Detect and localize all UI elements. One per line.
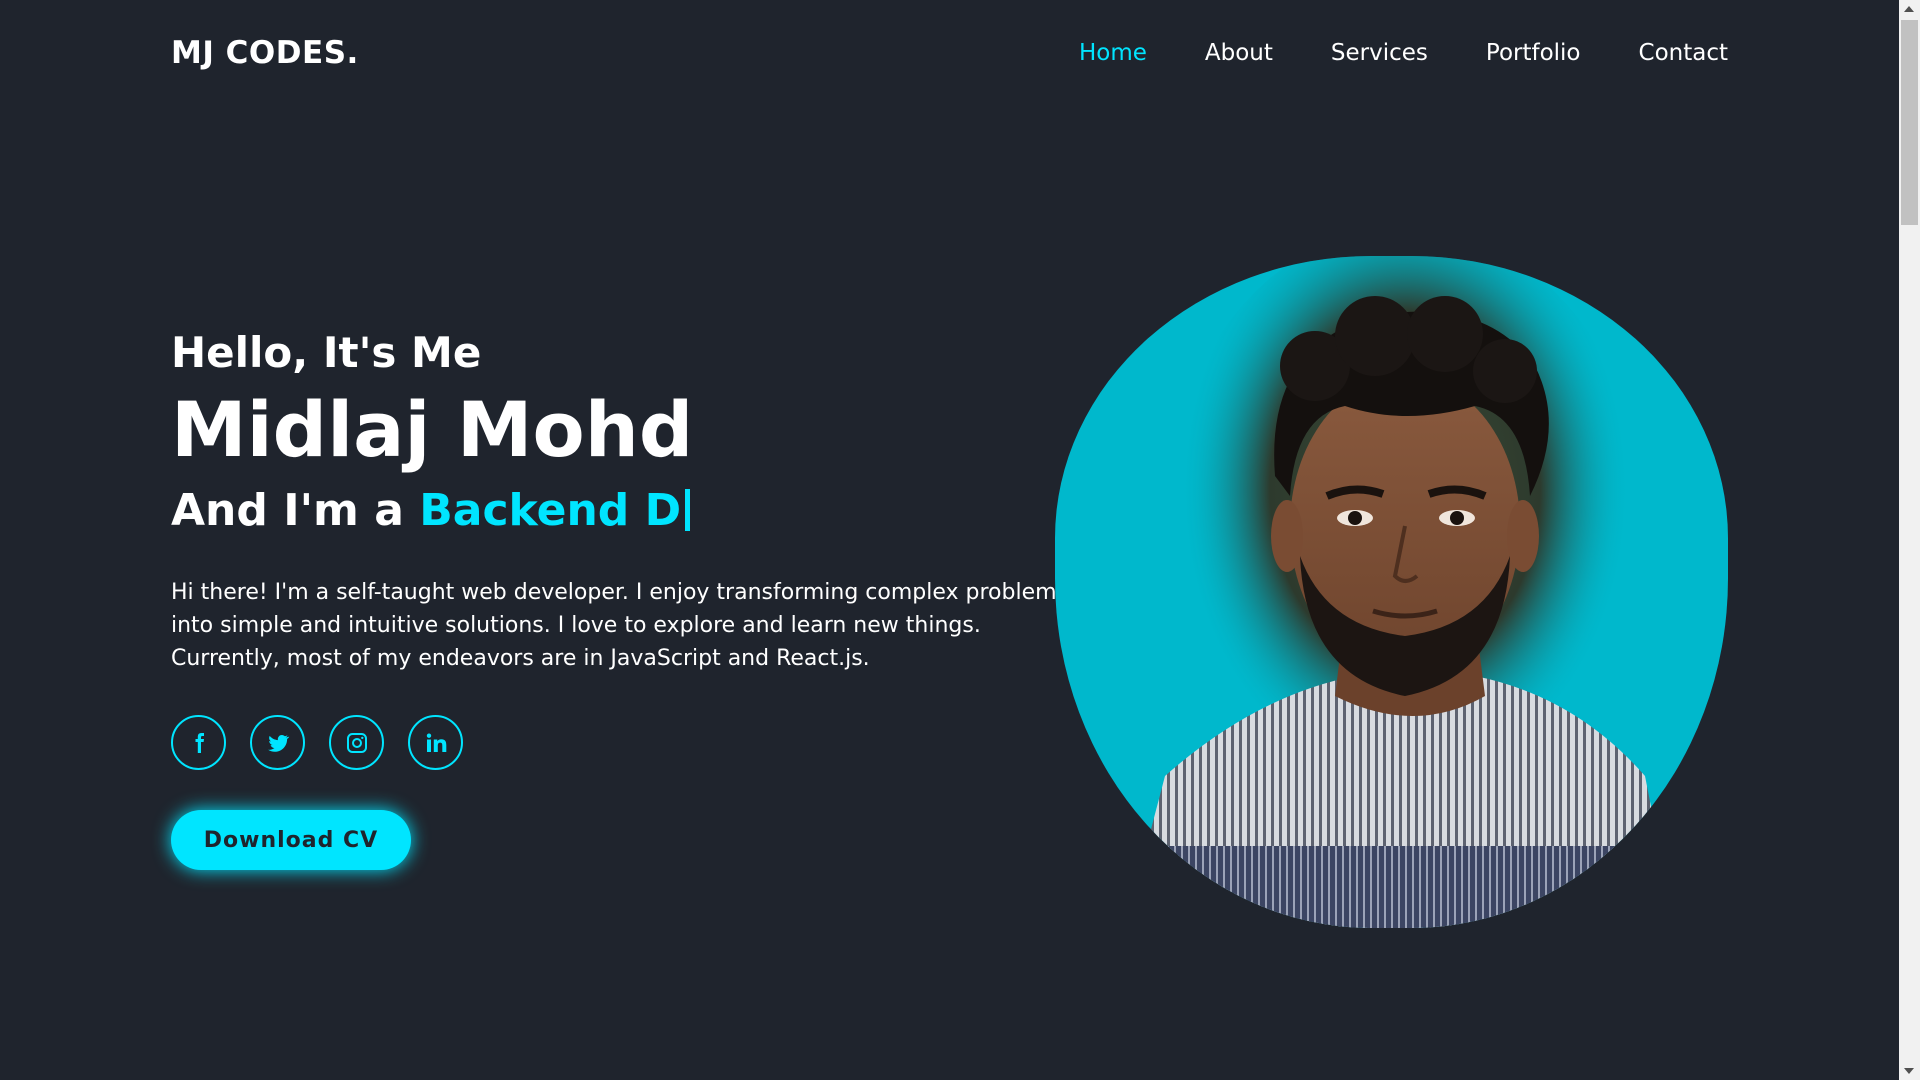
role-line: And I'm a Backend D	[171, 476, 1071, 546]
nav-contact-link[interactable]: Contact	[1639, 40, 1728, 66]
twitter-link[interactable]	[250, 715, 305, 770]
role-typed-text: Backend D	[419, 485, 682, 536]
typing-cursor	[685, 489, 691, 531]
greeting: Hello, It's Me	[171, 328, 482, 377]
scroll-thumb[interactable]	[1901, 20, 1918, 225]
portrait-illustration	[1125, 256, 1675, 928]
facebook-link[interactable]	[171, 715, 226, 770]
linkedin-icon	[426, 733, 446, 752]
bio-line: into simple and intuitive solutions. I l…	[171, 613, 981, 638]
page: MJ CODES. Home About Services Portfolio …	[0, 0, 1920, 1080]
bio-line: Hi there! I'm a self-taught web develope…	[171, 580, 1069, 605]
instagram-icon	[346, 732, 367, 753]
linkedin-link[interactable]	[408, 715, 463, 770]
scrollbar[interactable]	[1899, 0, 1920, 1080]
scroll-up-arrow-icon[interactable]	[1904, 6, 1914, 12]
nav-about-link[interactable]: About	[1205, 40, 1273, 66]
nav-services-link[interactable]: Services	[1331, 40, 1428, 66]
download-cv-button[interactable]: Download CV	[171, 810, 411, 870]
hero-name: Midlaj Mohd	[171, 385, 694, 474]
twitter-icon	[267, 734, 289, 752]
logo[interactable]: MJ CODES.	[171, 35, 359, 71]
facebook-icon	[195, 732, 204, 753]
scroll-down-arrow-icon[interactable]	[1904, 1068, 1914, 1074]
nav-portfolio-link[interactable]: Portfolio	[1486, 40, 1581, 66]
header: MJ CODES. Home About Services Portfolio …	[0, 0, 1899, 106]
social-links	[171, 715, 1071, 770]
nav-home-link[interactable]: Home	[1079, 40, 1147, 66]
profile-photo	[1055, 256, 1728, 928]
instagram-link[interactable]	[329, 715, 384, 770]
bio-text: Hi there! I'm a self-taught web develope…	[171, 576, 1071, 675]
bio-line: Currently, most of my endeavors are in J…	[171, 646, 870, 671]
hero-section: Hello, It's Me Midlaj Mohd And I'm a Bac…	[171, 322, 1071, 870]
main-nav: Home About Services Portfolio Contact	[1021, 40, 1728, 66]
role-prefix: And I'm a	[171, 485, 420, 536]
